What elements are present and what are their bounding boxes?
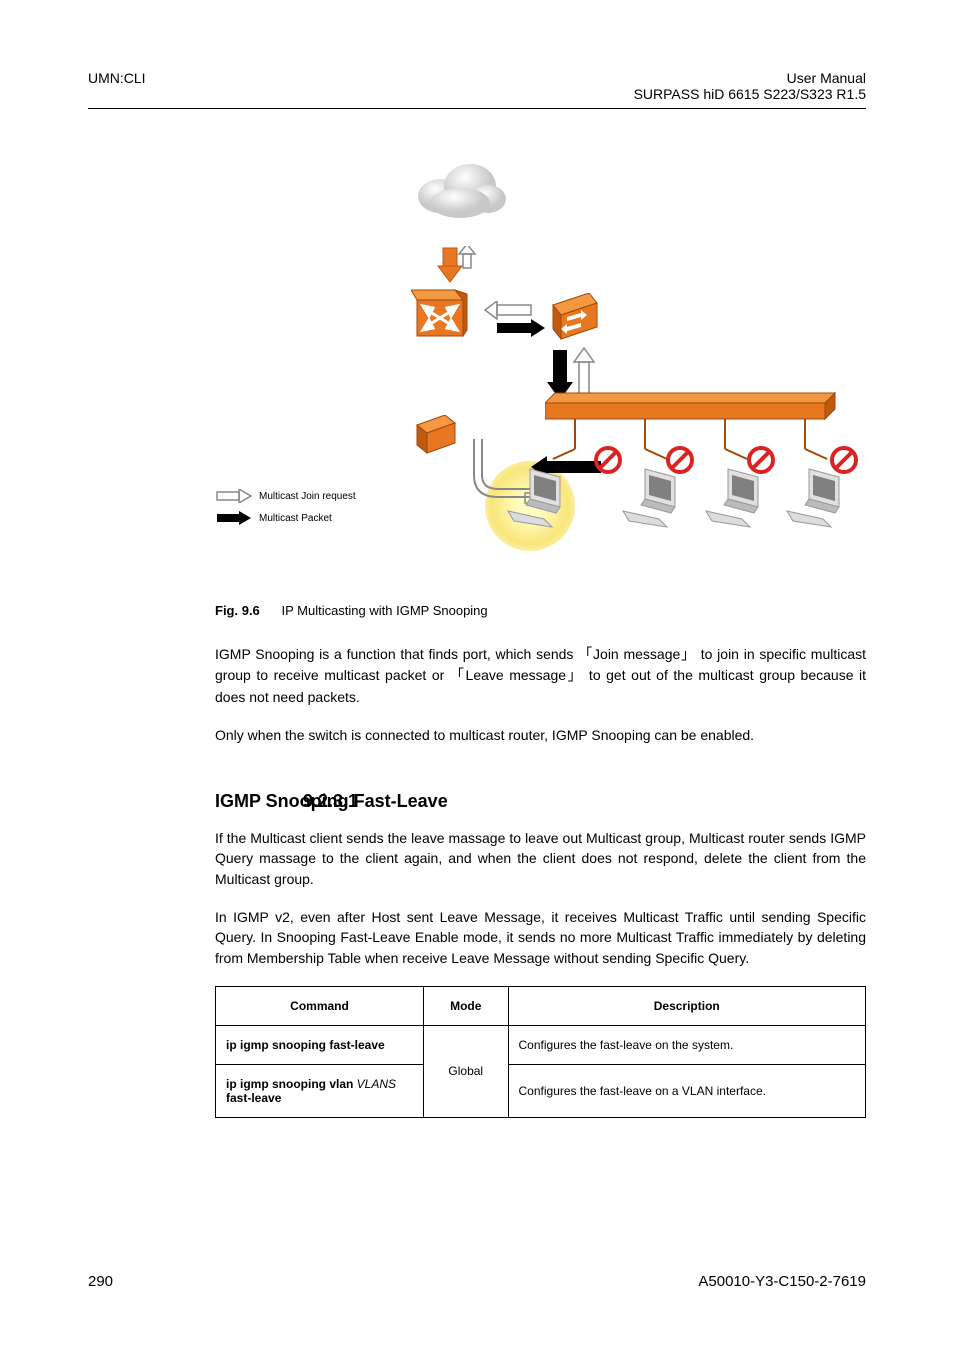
diagram-legend: Multicast Join request Multicast Packet — [215, 489, 356, 533]
table-cell: Configures the fast-leave on a VLAN inte… — [508, 1064, 866, 1117]
table-header: Command — [216, 986, 424, 1025]
page-number: 290 — [88, 1273, 113, 1290]
switch-icon — [551, 293, 599, 341]
hollow-arrow-icon — [215, 489, 255, 503]
table-cell: ip igmp snooping fast-leave — [216, 1025, 424, 1064]
prohibit-icon — [593, 445, 623, 475]
table-header: Mode — [424, 986, 509, 1025]
figure-title: IP Multicasting with IGMP Snooping — [281, 603, 487, 618]
network-diagram: Multicast Join request Multicast Packet — [215, 151, 866, 581]
arrow-pair-icon — [481, 301, 549, 341]
table-header-row: Command Mode Description — [216, 986, 866, 1025]
command-table: Command Mode Description ip igmp snoopin… — [215, 986, 866, 1118]
document-code: A50010-Y3-C150-2-7619 — [698, 1273, 866, 1290]
paragraph: IGMP Snooping is a function that finds p… — [215, 644, 866, 707]
section-number: 9.2.3.1 — [303, 791, 358, 812]
table-header: Description — [508, 986, 866, 1025]
legend-join-label: Multicast Join request — [259, 491, 356, 502]
solid-arrow-icon — [215, 511, 255, 525]
table-cell: Global — [424, 1025, 509, 1117]
router-icon — [411, 286, 469, 344]
table-cell: Configures the fast-leave on the system. — [508, 1025, 866, 1064]
cloud-icon — [410, 151, 510, 221]
paragraph: In IGMP v2, even after Host sent Leave M… — [215, 907, 866, 968]
prohibit-icon — [665, 445, 695, 475]
paragraph: If the Multicast client sends the leave … — [215, 828, 866, 889]
figure-caption: Fig. 9.6 IP Multicasting with IGMP Snoop… — [215, 603, 866, 618]
prohibit-icon — [829, 445, 859, 475]
arrow-down-icon — [433, 246, 483, 286]
table-row: ip igmp snooping fast-leave Global Confi… — [216, 1025, 866, 1064]
figure-number: Fig. 9.6 — [215, 603, 260, 618]
paragraph: Only when the switch is connected to mul… — [215, 725, 866, 745]
legend-packet-label: Multicast Packet — [259, 513, 332, 524]
table-row: ip igmp snooping vlan VLANS fast-leave C… — [216, 1064, 866, 1117]
header-left: UMN:CLI — [88, 70, 146, 102]
header-right-1: User Manual — [634, 70, 866, 86]
workstation-icon — [504, 463, 574, 533]
switch-icon — [415, 415, 459, 455]
prohibit-icon — [746, 445, 776, 475]
header-right-2: SURPASS hiD 6615 S223/S323 R1.5 — [634, 86, 866, 102]
table-cell: ip igmp snooping vlan VLANS fast-leave — [216, 1064, 424, 1117]
